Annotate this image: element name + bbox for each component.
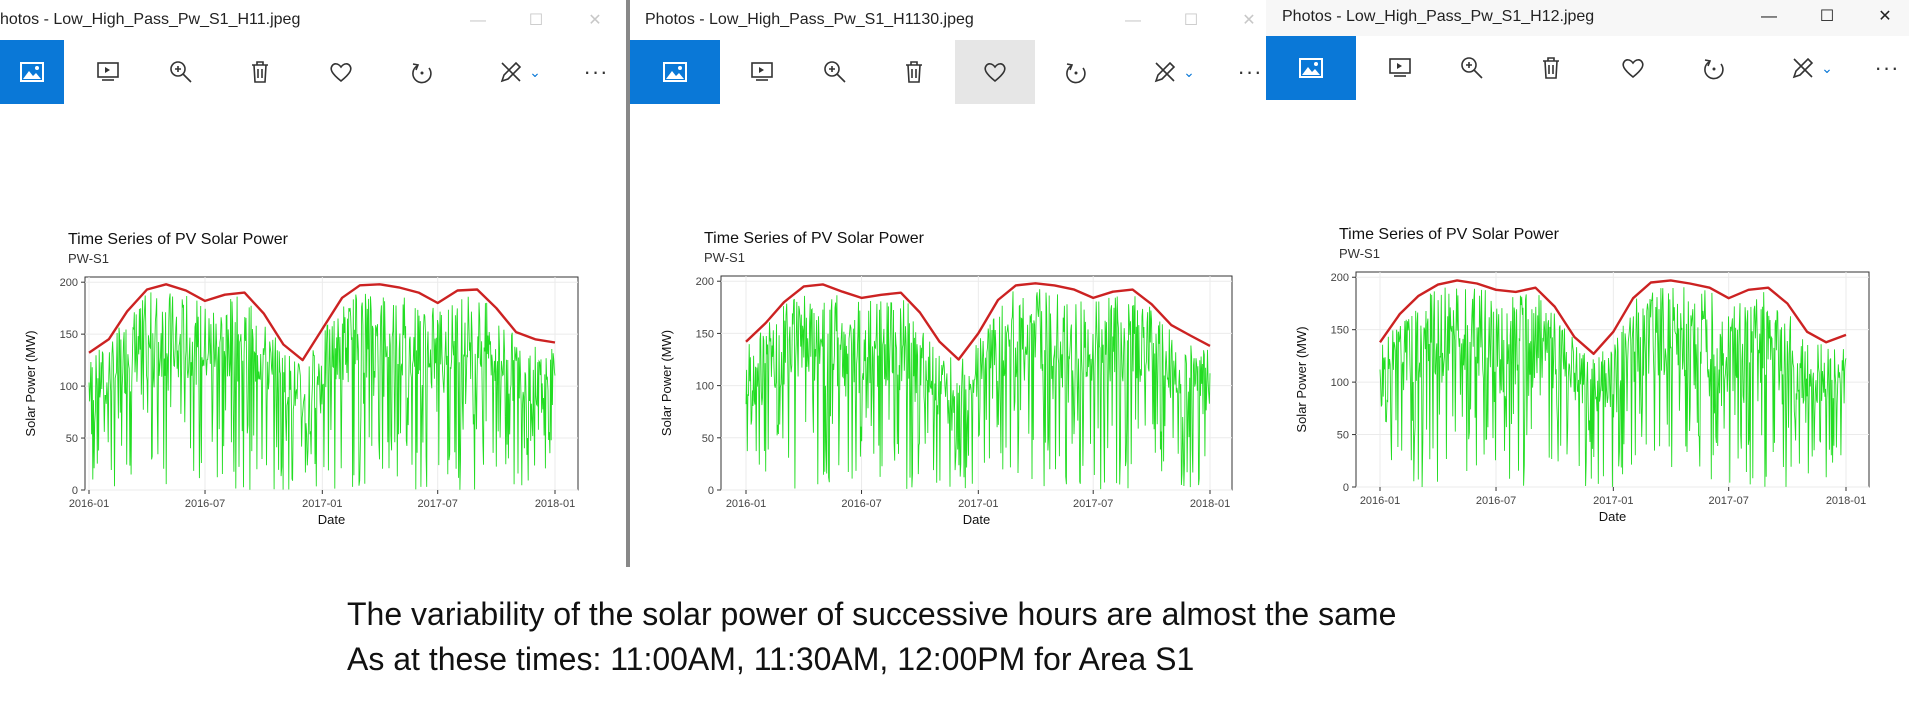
y-tick-label: 100 — [1331, 377, 1349, 389]
x-axis-label: Date — [963, 512, 990, 527]
y-tick-label: 100 — [696, 381, 714, 393]
x-tick-label: 2016-07 — [1476, 495, 1516, 507]
x-tick-label: 2018-01 — [535, 498, 575, 510]
window-divider — [626, 0, 630, 567]
x-tick-label: 2017-01 — [1593, 495, 1633, 507]
x-tick-label: 2017-07 — [1709, 495, 1749, 507]
y-tick-label: 50 — [1337, 430, 1349, 442]
y-tick-label: 150 — [696, 328, 714, 340]
y-tick-label: 0 — [708, 485, 714, 497]
chart-title: Time Series of PV Solar Power — [1339, 226, 1560, 243]
x-tick-label: 2016-07 — [841, 498, 881, 510]
y-tick-label: 200 — [1331, 272, 1349, 284]
x-tick-label: 2016-07 — [185, 498, 225, 510]
x-tick-label: 2016-01 — [726, 498, 766, 510]
chart-title: Time Series of PV Solar Power — [704, 230, 925, 247]
photos-window-3: Photos - Low_High_Pass_Pw_S1_H12.jpeg — … — [1266, 0, 1909, 567]
y-tick-label: 50 — [702, 433, 714, 445]
y-tick-label: 100 — [60, 381, 78, 393]
y-tick-label: 50 — [66, 433, 78, 445]
chart-1: 0 50 100 150 200 2016-01 2016-07 2017-01 2017-07… — [23, 231, 579, 527]
chart-3: 0 50 100 150 200 2016-01 2016-07 2017-01 2017-07… — [1294, 226, 1870, 524]
chart-2: 0 50 100 150 200 2016-01 2016-07 2017-01 2017-07… — [659, 230, 1233, 527]
y-tick-label: 150 — [60, 329, 78, 341]
chart-title: Time Series of PV Solar Power — [68, 231, 289, 248]
x-tick-label: 2016-01 — [1360, 495, 1400, 507]
caption: The variability of the solar power of su… — [347, 592, 1396, 682]
x-tick-label: 2018-01 — [1190, 498, 1230, 510]
y-tick-label: 0 — [72, 485, 78, 497]
y-axis-label: Solar Power (MW) — [1294, 326, 1309, 432]
x-tick-label: 2016-01 — [69, 498, 109, 510]
x-tick-label: 2017-01 — [958, 498, 998, 510]
y-tick-label: 200 — [696, 276, 714, 288]
y-axis-label: Solar Power (MW) — [23, 330, 38, 436]
y-axis-label: Solar Power (MW) — [659, 330, 674, 436]
x-axis-label: Date — [318, 512, 345, 527]
y-tick-label: 150 — [1331, 325, 1349, 337]
photos-window-2: Photos - Low_High_Pass_Pw_S1_H1130.jpeg … — [630, 0, 1266, 567]
x-tick-label: 2017-01 — [302, 498, 342, 510]
caption-line-1: The variability of the solar power of su… — [347, 596, 1397, 632]
chart-subtitle: PW-S1 — [704, 250, 745, 265]
y-tick-label: 200 — [60, 277, 78, 289]
chart-subtitle: PW-S1 — [68, 251, 109, 266]
y-tick-label: 0 — [1343, 482, 1349, 494]
x-axis-label: Date — [1599, 509, 1626, 524]
photos-window-1: hotos - Low_High_Pass_Pw_S1_H11.jpeg — ☐… — [0, 0, 626, 567]
chart-subtitle: PW-S1 — [1339, 246, 1380, 261]
caption-line-2: As at these times: 11:00AM, 11:30AM, 12:… — [347, 641, 1195, 677]
x-tick-label: 2018-01 — [1826, 495, 1866, 507]
x-tick-label: 2017-07 — [418, 498, 458, 510]
x-tick-label: 2017-07 — [1073, 498, 1113, 510]
